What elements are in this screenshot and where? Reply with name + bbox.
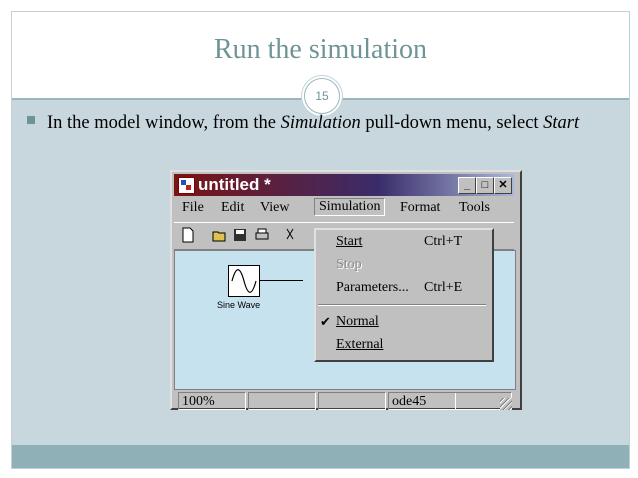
signal-line — [259, 280, 303, 281]
simulation-dropdown: Start Ctrl+T Stop Parameters... Ctrl+E ✔… — [314, 228, 494, 362]
open-icon[interactable] — [212, 227, 228, 243]
menu-view[interactable]: View — [260, 200, 289, 216]
menu-item-external[interactable]: External — [316, 335, 488, 355]
menu-item-label: Parameters... — [336, 280, 409, 295]
menu-item-start[interactable]: Start Ctrl+T — [316, 232, 488, 252]
new-icon[interactable] — [180, 227, 196, 243]
maximize-button[interactable]: □ — [476, 177, 494, 194]
menu-item-normal[interactable]: ✔ Normal — [316, 312, 488, 332]
bullet-text: In the model window, from the Simulation… — [47, 111, 607, 135]
menu-edit[interactable]: Edit — [221, 200, 244, 216]
statusbar: 100% ode45 — [174, 392, 514, 412]
menu-item-stop[interactable]: Stop — [316, 255, 488, 275]
cut-icon[interactable] — [282, 227, 298, 243]
menu-item-parameters[interactable]: Parameters... Ctrl+E — [316, 278, 488, 298]
menu-file[interactable]: File — [182, 200, 204, 216]
menu-format[interactable]: Format — [400, 200, 440, 216]
close-button[interactable]: ✕ — [494, 177, 512, 194]
status-zoom: 100% — [178, 392, 246, 410]
window-titlebar[interactable]: untitled * _ □ ✕ — [174, 174, 514, 196]
slide-number: 15 — [304, 78, 340, 114]
menu-item-shortcut: Ctrl+T — [424, 234, 463, 249]
menu-item-label: Start — [336, 234, 363, 249]
bullet-start: Start — [543, 113, 580, 133]
sine-wave-block[interactable] — [228, 265, 260, 297]
menubar: File Edit View Simulation Format Tools — [174, 198, 514, 220]
menu-item-label: Stop — [336, 257, 362, 272]
bullet-icon — [27, 116, 35, 124]
minimize-button[interactable]: _ — [458, 177, 476, 194]
menu-item-shortcut: Ctrl+E — [424, 280, 463, 295]
menu-separator — [318, 304, 486, 306]
sine-wave-label: Sine Wave — [217, 300, 261, 310]
status-cell-empty — [318, 392, 386, 410]
checkmark-icon: ✔ — [320, 314, 331, 329]
status-solver: ode45 — [388, 392, 512, 410]
footer-bar — [12, 445, 629, 468]
window-title: untitled * — [198, 175, 271, 194]
sine-wave-icon — [231, 269, 257, 293]
print-icon[interactable] — [254, 227, 270, 243]
slide-title: Run the simulation — [213, 34, 428, 65]
bullet-text-part: pull-down menu, select — [360, 113, 544, 133]
menu-item-label: External — [336, 337, 384, 352]
app-icon[interactable] — [178, 177, 195, 194]
resize-grip[interactable] — [500, 398, 512, 410]
status-cell-empty — [248, 392, 316, 410]
menu-item-label: Normal — [336, 314, 379, 329]
bullet-text-part: In the model window, from the — [47, 113, 281, 133]
save-icon[interactable] — [232, 227, 248, 243]
bullet-simulation: Simulation — [280, 113, 361, 133]
menu-tools[interactable]: Tools — [459, 200, 490, 216]
menu-simulation[interactable]: Simulation — [314, 198, 386, 216]
